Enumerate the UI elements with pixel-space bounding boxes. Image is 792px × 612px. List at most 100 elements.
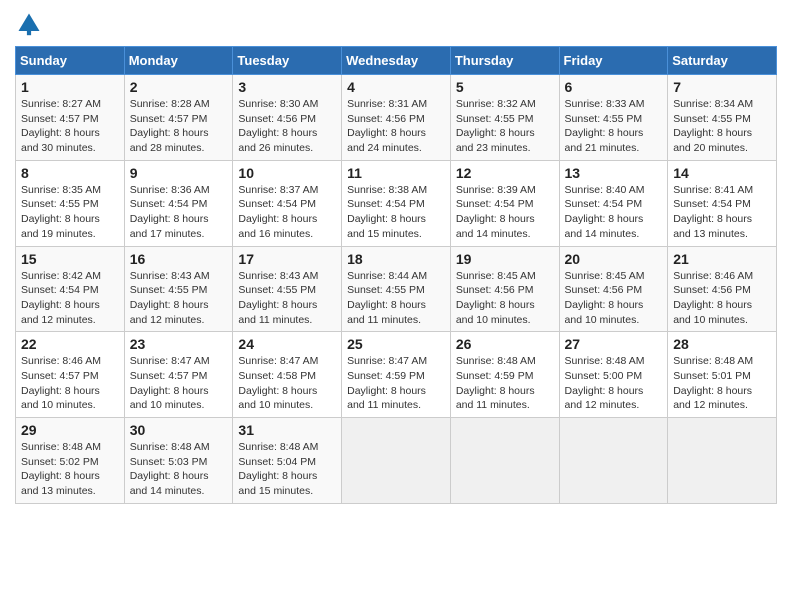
cell-content: Sunrise: 8:34 AM Sunset: 4:55 PM Dayligh… <box>673 97 771 156</box>
day-number: 4 <box>347 79 445 95</box>
cell-content: Sunrise: 8:45 AM Sunset: 4:56 PM Dayligh… <box>456 269 554 328</box>
day-number: 1 <box>21 79 119 95</box>
calendar-cell: 4 Sunrise: 8:31 AM Sunset: 4:56 PM Dayli… <box>342 75 451 161</box>
cell-content: Sunrise: 8:48 AM Sunset: 4:59 PM Dayligh… <box>456 354 554 413</box>
cell-content: Sunrise: 8:46 AM Sunset: 4:57 PM Dayligh… <box>21 354 119 413</box>
day-number: 24 <box>238 336 336 352</box>
calendar-cell: 12 Sunrise: 8:39 AM Sunset: 4:54 PM Dayl… <box>450 160 559 246</box>
day-header-tuesday: Tuesday <box>233 47 342 75</box>
cell-content: Sunrise: 8:48 AM Sunset: 5:03 PM Dayligh… <box>130 440 228 499</box>
day-number: 3 <box>238 79 336 95</box>
day-number: 15 <box>21 251 119 267</box>
calendar-cell: 25 Sunrise: 8:47 AM Sunset: 4:59 PM Dayl… <box>342 332 451 418</box>
calendar-cell: 30 Sunrise: 8:48 AM Sunset: 5:03 PM Dayl… <box>124 418 233 504</box>
day-header-friday: Friday <box>559 47 668 75</box>
calendar-cell: 16 Sunrise: 8:43 AM Sunset: 4:55 PM Dayl… <box>124 246 233 332</box>
cell-content: Sunrise: 8:43 AM Sunset: 4:55 PM Dayligh… <box>238 269 336 328</box>
day-number: 21 <box>673 251 771 267</box>
day-number: 27 <box>565 336 663 352</box>
cell-content: Sunrise: 8:32 AM Sunset: 4:55 PM Dayligh… <box>456 97 554 156</box>
cell-content: Sunrise: 8:47 AM Sunset: 4:59 PM Dayligh… <box>347 354 445 413</box>
day-number: 8 <box>21 165 119 181</box>
calendar-cell <box>342 418 451 504</box>
calendar-cell: 26 Sunrise: 8:48 AM Sunset: 4:59 PM Dayl… <box>450 332 559 418</box>
day-header-thursday: Thursday <box>450 47 559 75</box>
cell-content: Sunrise: 8:35 AM Sunset: 4:55 PM Dayligh… <box>21 183 119 242</box>
day-number: 9 <box>130 165 228 181</box>
day-header-wednesday: Wednesday <box>342 47 451 75</box>
cell-content: Sunrise: 8:44 AM Sunset: 4:55 PM Dayligh… <box>347 269 445 328</box>
calendar-cell: 11 Sunrise: 8:38 AM Sunset: 4:54 PM Dayl… <box>342 160 451 246</box>
calendar-cell: 6 Sunrise: 8:33 AM Sunset: 4:55 PM Dayli… <box>559 75 668 161</box>
header <box>15 10 777 38</box>
day-number: 19 <box>456 251 554 267</box>
cell-content: Sunrise: 8:45 AM Sunset: 4:56 PM Dayligh… <box>565 269 663 328</box>
calendar-cell: 24 Sunrise: 8:47 AM Sunset: 4:58 PM Dayl… <box>233 332 342 418</box>
calendar-cell: 22 Sunrise: 8:46 AM Sunset: 4:57 PM Dayl… <box>16 332 125 418</box>
cell-content: Sunrise: 8:36 AM Sunset: 4:54 PM Dayligh… <box>130 183 228 242</box>
calendar-cell: 5 Sunrise: 8:32 AM Sunset: 4:55 PM Dayli… <box>450 75 559 161</box>
cell-content: Sunrise: 8:27 AM Sunset: 4:57 PM Dayligh… <box>21 97 119 156</box>
calendar-cell: 29 Sunrise: 8:48 AM Sunset: 5:02 PM Dayl… <box>16 418 125 504</box>
calendar-cell: 18 Sunrise: 8:44 AM Sunset: 4:55 PM Dayl… <box>342 246 451 332</box>
calendar-cell: 17 Sunrise: 8:43 AM Sunset: 4:55 PM Dayl… <box>233 246 342 332</box>
day-number: 31 <box>238 422 336 438</box>
logo <box>15 10 47 38</box>
day-number: 22 <box>21 336 119 352</box>
day-number: 18 <box>347 251 445 267</box>
calendar-cell: 23 Sunrise: 8:47 AM Sunset: 4:57 PM Dayl… <box>124 332 233 418</box>
header-row: SundayMondayTuesdayWednesdayThursdayFrid… <box>16 47 777 75</box>
cell-content: Sunrise: 8:41 AM Sunset: 4:54 PM Dayligh… <box>673 183 771 242</box>
day-header-saturday: Saturday <box>668 47 777 75</box>
day-number: 26 <box>456 336 554 352</box>
day-header-sunday: Sunday <box>16 47 125 75</box>
day-number: 30 <box>130 422 228 438</box>
week-row-2: 8 Sunrise: 8:35 AM Sunset: 4:55 PM Dayli… <box>16 160 777 246</box>
day-number: 11 <box>347 165 445 181</box>
calendar-body: 1 Sunrise: 8:27 AM Sunset: 4:57 PM Dayli… <box>16 75 777 504</box>
calendar-cell: 20 Sunrise: 8:45 AM Sunset: 4:56 PM Dayl… <box>559 246 668 332</box>
calendar-cell: 1 Sunrise: 8:27 AM Sunset: 4:57 PM Dayli… <box>16 75 125 161</box>
cell-content: Sunrise: 8:46 AM Sunset: 4:56 PM Dayligh… <box>673 269 771 328</box>
calendar-cell: 28 Sunrise: 8:48 AM Sunset: 5:01 PM Dayl… <box>668 332 777 418</box>
cell-content: Sunrise: 8:47 AM Sunset: 4:57 PM Dayligh… <box>130 354 228 413</box>
week-row-4: 22 Sunrise: 8:46 AM Sunset: 4:57 PM Dayl… <box>16 332 777 418</box>
cell-content: Sunrise: 8:39 AM Sunset: 4:54 PM Dayligh… <box>456 183 554 242</box>
calendar-cell: 15 Sunrise: 8:42 AM Sunset: 4:54 PM Dayl… <box>16 246 125 332</box>
calendar-table: SundayMondayTuesdayWednesdayThursdayFrid… <box>15 46 777 504</box>
cell-content: Sunrise: 8:28 AM Sunset: 4:57 PM Dayligh… <box>130 97 228 156</box>
cell-content: Sunrise: 8:48 AM Sunset: 5:00 PM Dayligh… <box>565 354 663 413</box>
calendar-header: SundayMondayTuesdayWednesdayThursdayFrid… <box>16 47 777 75</box>
cell-content: Sunrise: 8:48 AM Sunset: 5:04 PM Dayligh… <box>238 440 336 499</box>
cell-content: Sunrise: 8:38 AM Sunset: 4:54 PM Dayligh… <box>347 183 445 242</box>
day-number: 16 <box>130 251 228 267</box>
day-number: 6 <box>565 79 663 95</box>
day-number: 28 <box>673 336 771 352</box>
day-number: 2 <box>130 79 228 95</box>
logo-icon <box>15 10 43 38</box>
week-row-1: 1 Sunrise: 8:27 AM Sunset: 4:57 PM Dayli… <box>16 75 777 161</box>
calendar-cell <box>668 418 777 504</box>
calendar-cell: 27 Sunrise: 8:48 AM Sunset: 5:00 PM Dayl… <box>559 332 668 418</box>
cell-content: Sunrise: 8:48 AM Sunset: 5:02 PM Dayligh… <box>21 440 119 499</box>
calendar-cell <box>450 418 559 504</box>
day-number: 12 <box>456 165 554 181</box>
calendar-cell: 3 Sunrise: 8:30 AM Sunset: 4:56 PM Dayli… <box>233 75 342 161</box>
week-row-5: 29 Sunrise: 8:48 AM Sunset: 5:02 PM Dayl… <box>16 418 777 504</box>
calendar-cell: 10 Sunrise: 8:37 AM Sunset: 4:54 PM Dayl… <box>233 160 342 246</box>
cell-content: Sunrise: 8:31 AM Sunset: 4:56 PM Dayligh… <box>347 97 445 156</box>
calendar-cell: 14 Sunrise: 8:41 AM Sunset: 4:54 PM Dayl… <box>668 160 777 246</box>
cell-content: Sunrise: 8:33 AM Sunset: 4:55 PM Dayligh… <box>565 97 663 156</box>
calendar-cell: 2 Sunrise: 8:28 AM Sunset: 4:57 PM Dayli… <box>124 75 233 161</box>
day-number: 20 <box>565 251 663 267</box>
day-number: 13 <box>565 165 663 181</box>
day-number: 5 <box>456 79 554 95</box>
day-number: 10 <box>238 165 336 181</box>
day-header-monday: Monday <box>124 47 233 75</box>
cell-content: Sunrise: 8:37 AM Sunset: 4:54 PM Dayligh… <box>238 183 336 242</box>
cell-content: Sunrise: 8:40 AM Sunset: 4:54 PM Dayligh… <box>565 183 663 242</box>
day-number: 7 <box>673 79 771 95</box>
calendar-cell: 21 Sunrise: 8:46 AM Sunset: 4:56 PM Dayl… <box>668 246 777 332</box>
week-row-3: 15 Sunrise: 8:42 AM Sunset: 4:54 PM Dayl… <box>16 246 777 332</box>
day-number: 14 <box>673 165 771 181</box>
